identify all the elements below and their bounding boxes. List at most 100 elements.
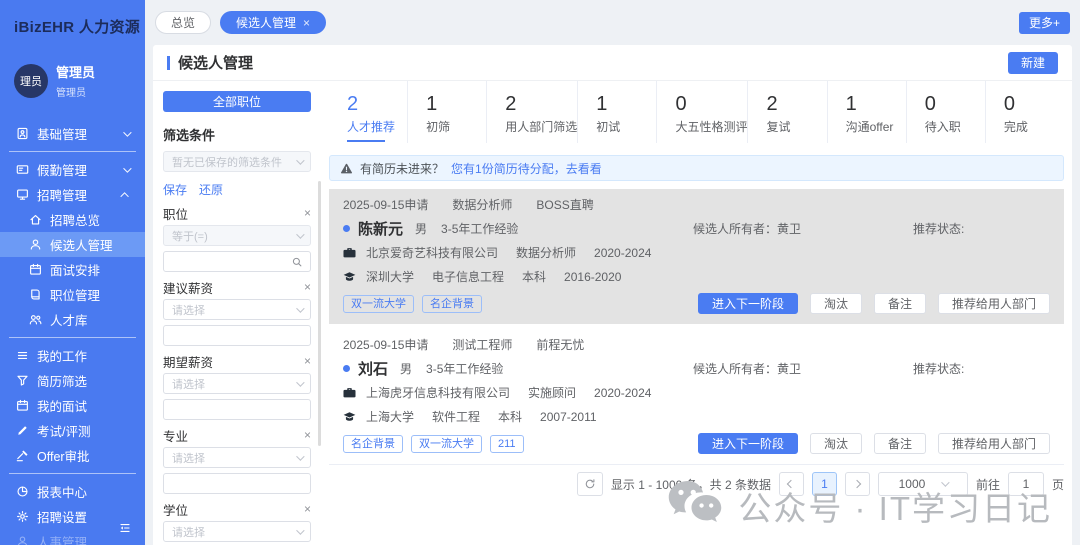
alert-link[interactable]: 您有1份简历待分配，去看看	[451, 160, 602, 177]
more-button[interactable]: 更多+	[1019, 12, 1070, 34]
select-placeholder: 请选择	[172, 376, 205, 392]
chevron-down-icon	[123, 128, 131, 136]
tab-candidate-mgmt[interactable]: 候选人管理 ×	[220, 11, 326, 34]
suggested-salary-select[interactable]: 请选择	[163, 299, 311, 320]
stage-big5-test[interactable]: 0 大五性格测评	[656, 81, 747, 143]
sidebar-item-position-mgmt[interactable]: 职位管理	[0, 282, 145, 307]
saved-filters-placeholder: 暂无已保存的筛选条件	[172, 154, 282, 170]
close-icon[interactable]: ×	[303, 16, 310, 30]
select-placeholder: 请选择	[172, 302, 205, 318]
search-icon[interactable]	[291, 256, 303, 268]
stage-talent-recommend[interactable]: 2 人才推荐	[329, 81, 407, 143]
remove-filter-icon[interactable]: ×	[304, 355, 311, 367]
sidebar-item-exam-assessment[interactable]: 考试/评测	[0, 418, 145, 443]
new-button[interactable]: 新建	[1008, 52, 1058, 74]
work-period: 2020-2024	[594, 246, 651, 260]
next-page-button[interactable]	[845, 472, 870, 496]
recommend-button[interactable]: 推荐给用人部门	[938, 293, 1050, 314]
sidebar-item-my-work[interactable]: 我的工作	[0, 343, 145, 368]
company-title: 实施顾问	[528, 384, 576, 401]
page-number-button[interactable]: 1	[812, 472, 837, 496]
stage-complete[interactable]: 0 完成	[985, 81, 1064, 143]
stage-count: 1	[846, 92, 906, 116]
eliminate-button[interactable]: 淘汰	[810, 293, 862, 314]
chevron-down-icon	[123, 164, 131, 172]
sidebar-item-candidate-mgmt[interactable]: 候选人管理	[0, 232, 145, 257]
collapse-sidebar-icon[interactable]	[119, 522, 135, 538]
candidate-card[interactable]: 2025-09-15申请 数据分析师 BOSS直聘 陈新元 男 3-5年工作经验…	[329, 189, 1064, 324]
alert-text: 有简历未进来？	[360, 160, 444, 177]
remove-filter-icon[interactable]: ×	[304, 503, 311, 515]
note-button[interactable]: 备注	[874, 433, 926, 454]
refresh-button[interactable]	[577, 472, 603, 496]
sidebar-item-offer-approval[interactable]: Offer审批	[0, 443, 145, 468]
reset-filter-link[interactable]: 还原	[199, 181, 223, 198]
expected-salary-input[interactable]	[163, 399, 311, 420]
next-stage-button[interactable]: 进入下一阶段	[698, 433, 798, 454]
sidebar-item-label: 人事管理	[37, 532, 87, 545]
remove-filter-icon[interactable]: ×	[304, 429, 311, 441]
prev-page-button[interactable]	[779, 472, 804, 496]
position-search-input[interactable]	[163, 251, 311, 272]
filter-label: 建议薪资	[163, 278, 213, 297]
remove-filter-icon[interactable]: ×	[304, 207, 311, 219]
sidebar-item-my-interviews[interactable]: 我的面试	[0, 393, 145, 418]
stage-initial-screen[interactable]: 1 初筛	[407, 81, 486, 143]
filter-group-position: 职位 ×	[163, 205, 311, 221]
expected-salary-select[interactable]: 请选择	[163, 373, 311, 394]
sidebar-item-label: 报表中心	[37, 482, 87, 501]
candidate-card[interactable]: 2025-09-15申请 测试工程师 前程无忧 刘石 男 3-5年工作经验 候选…	[329, 329, 1064, 465]
major-select[interactable]: 请选择	[163, 447, 311, 468]
pencil-icon	[16, 424, 29, 437]
graduation-cap-icon	[343, 410, 356, 423]
sidebar-item-report-center[interactable]: 报表中心	[0, 479, 145, 504]
saved-filters-select[interactable]: 暂无已保存的筛选条件	[163, 151, 311, 172]
major-name: 软件工程	[432, 408, 480, 425]
stage-offer-communication[interactable]: 1 沟通offer	[827, 81, 906, 143]
candidate-tag: 双一流大学	[411, 435, 482, 453]
home-icon	[29, 213, 42, 226]
recommend-status-label: 推荐状态:	[913, 360, 964, 377]
sidebar-item-attendance-mgmt[interactable]: 假勤管理	[0, 157, 145, 182]
stage-second-interview[interactable]: 2 复试	[747, 81, 826, 143]
filter-label: 职位	[163, 204, 188, 223]
sidebar-item-recruit-overview[interactable]: 招聘总览	[0, 207, 145, 232]
chevron-down-icon	[296, 378, 304, 386]
edu-period: 2016-2020	[564, 270, 621, 284]
sidebar: iBizEHR 人力资源 理员 管理员 管理员 基础管理 假勤管理 招聘管理 招…	[0, 0, 145, 545]
sidebar-item-resume-screening[interactable]: 简历筛选	[0, 368, 145, 393]
recommend-button[interactable]: 推荐给用人部门	[938, 433, 1050, 454]
operator-value: 等于(=)	[172, 228, 208, 244]
sidebar-item-interview-schedule[interactable]: 面试安排	[0, 257, 145, 282]
page-number: 1	[821, 477, 828, 491]
stage-first-interview[interactable]: 1 初试	[577, 81, 656, 143]
chevron-down-icon	[296, 156, 304, 164]
major-input[interactable]	[163, 473, 311, 494]
next-stage-button[interactable]: 进入下一阶段	[698, 293, 798, 314]
eliminate-button[interactable]: 淘汰	[810, 433, 862, 454]
stage-dept-screen[interactable]: 2 用人部门筛选	[486, 81, 577, 143]
remove-filter-icon[interactable]: ×	[304, 281, 311, 293]
sidebar-item-base-mgmt[interactable]: 基础管理	[0, 121, 145, 146]
goto-page-input[interactable]	[1008, 472, 1044, 496]
stage-pending-onboard[interactable]: 0 待入职	[906, 81, 985, 143]
sidebar-item-recruit-mgmt[interactable]: 招聘管理	[0, 182, 145, 207]
source-channel: 前程无忧	[536, 336, 584, 353]
position-operator-select[interactable]: 等于(=)	[163, 225, 311, 246]
app-logo: iBizEHR 人力资源	[0, 0, 145, 37]
save-filter-link[interactable]: 保存	[163, 181, 187, 198]
note-button[interactable]: 备注	[874, 293, 926, 314]
filter-label: 学位	[163, 500, 188, 519]
degree-select[interactable]: 请选择	[163, 521, 311, 542]
candidate-name[interactable]: 陈新元	[358, 218, 403, 239]
applied-position: 数据分析师	[452, 196, 512, 213]
sidebar-item-talent-pool[interactable]: 人才库	[0, 307, 145, 332]
status-dot	[343, 225, 350, 232]
suggested-salary-input[interactable]	[163, 325, 311, 346]
page-size-select[interactable]: 1000	[878, 472, 968, 496]
candidate-name[interactable]: 刘石	[358, 358, 388, 379]
tab-overview[interactable]: 总览	[155, 11, 211, 34]
sidebar-item-label: 简历筛选	[37, 371, 87, 390]
user-profile[interactable]: 理员 管理员 管理员	[14, 62, 145, 99]
all-positions-button[interactable]: 全部职位	[163, 91, 311, 112]
